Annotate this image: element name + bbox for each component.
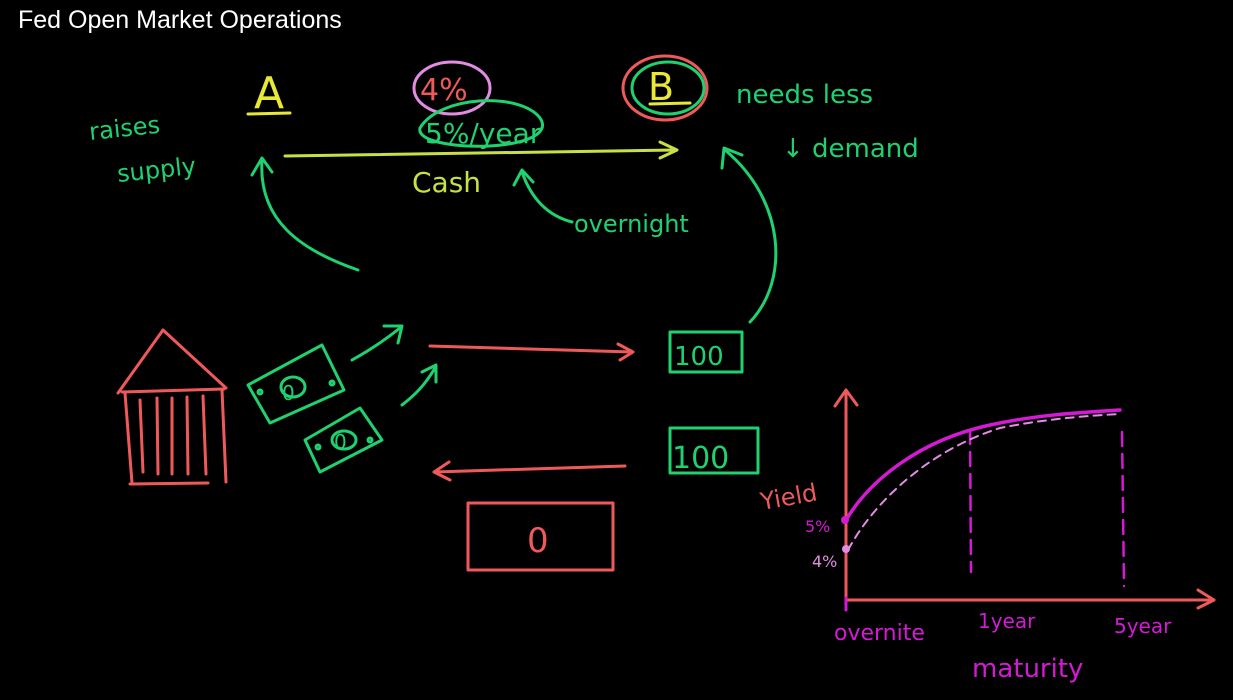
yield-curve-dashed: [847, 413, 1121, 551]
x-axis-label: maturity: [972, 654, 1083, 684]
cash-label: Cash: [412, 166, 481, 199]
yield-axis-label: Yield: [757, 478, 819, 516]
b-to-fed-arrow: [432, 460, 627, 482]
rate-4-label: 4%: [420, 73, 468, 108]
fed-bill-zero-label: 0: [527, 521, 549, 561]
bank-a-label: A: [254, 68, 284, 119]
bill-zero-b-label: 0: [334, 430, 347, 454]
fed-building-icon: [116, 328, 228, 486]
bill-arrow-upper: [350, 324, 404, 362]
yield-point-5: [841, 516, 849, 524]
bill-100-top-label: 100: [674, 342, 724, 372]
raises-label: raises: [88, 111, 162, 146]
supply-arrow: [250, 156, 360, 272]
down-demand-label: ↓ demand: [782, 134, 919, 164]
bill-arrow-lower: [400, 363, 438, 407]
tick-5-label: 5%: [805, 517, 830, 536]
supply-label: supply: [116, 152, 198, 188]
x-overnight-label: overnite: [834, 621, 925, 646]
overnight-label: overnight: [574, 210, 689, 238]
demand-arrow: [720, 146, 778, 324]
dollar-bill-icon: [246, 343, 346, 425]
yield-point-4: [842, 545, 850, 553]
chalkboard-drawing: A 4% 5%/year B Cash overnight raises sup…: [88, 54, 1216, 684]
fed-to-b-arrow: [428, 342, 635, 362]
overnight-arrow: [512, 168, 574, 224]
needs-less-label: needs less: [736, 80, 873, 110]
bank-b-label: B: [648, 65, 674, 109]
tick-4-label: 4%: [812, 552, 837, 571]
rate-5-label: 5%/year: [425, 117, 542, 150]
x-1year-label: 1year: [978, 609, 1036, 633]
yield-curve-solid: [844, 408, 1122, 522]
bill-zero-a-label: 0: [282, 381, 295, 405]
bill-100-mid-label: 100: [672, 441, 729, 476]
tick-1year-line: [968, 428, 973, 574]
x-5year-label: 5year: [1114, 614, 1172, 638]
tick-5year-line: [1120, 430, 1126, 588]
